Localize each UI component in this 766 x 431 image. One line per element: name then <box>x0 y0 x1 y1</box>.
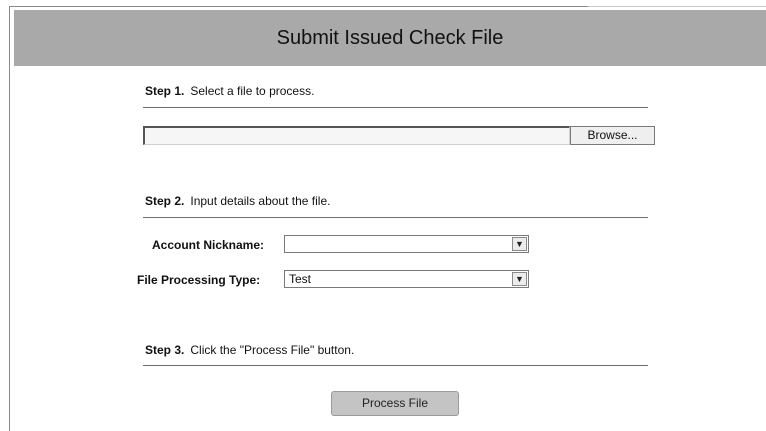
step-3-heading: Step 3. Click the "Process File" button. <box>145 343 354 357</box>
chevron-down-icon[interactable]: ▼ <box>512 272 527 286</box>
file-processing-type-select[interactable]: Test ▼ <box>284 270 529 288</box>
browse-button[interactable]: Browse... <box>570 126 655 145</box>
process-file-button[interactable]: Process File <box>331 391 459 416</box>
step-2-number: Step 2. <box>145 194 185 208</box>
step-2-divider <box>143 217 648 218</box>
file-path-input[interactable] <box>143 126 570 145</box>
file-processing-type-label: File Processing Type: <box>137 273 261 287</box>
step-3-text: Click the "Process File" button. <box>190 343 355 357</box>
step-1-heading: Step 1. Select a file to process. <box>145 84 314 98</box>
step-1-text: Select a file to process. <box>190 84 315 98</box>
step-2-text: Input details about the file. <box>190 194 331 208</box>
page-header: Submit Issued Check File <box>14 10 766 66</box>
step-1-number: Step 1. <box>145 84 185 98</box>
form-frame <box>9 6 765 431</box>
step-2-heading: Step 2. Input details about the file. <box>145 194 330 208</box>
account-nickname-select[interactable]: ▼ <box>284 235 529 253</box>
top-divider <box>588 6 766 7</box>
file-processing-type-value: Test <box>289 272 312 286</box>
account-nickname-label: Account Nickname: <box>152 238 265 252</box>
step-3-divider <box>143 365 648 366</box>
step-1-divider <box>143 107 648 108</box>
step-3-number: Step 3. <box>145 343 185 357</box>
page-title: Submit Issued Check File <box>276 27 504 49</box>
chevron-down-icon[interactable]: ▼ <box>512 237 527 251</box>
